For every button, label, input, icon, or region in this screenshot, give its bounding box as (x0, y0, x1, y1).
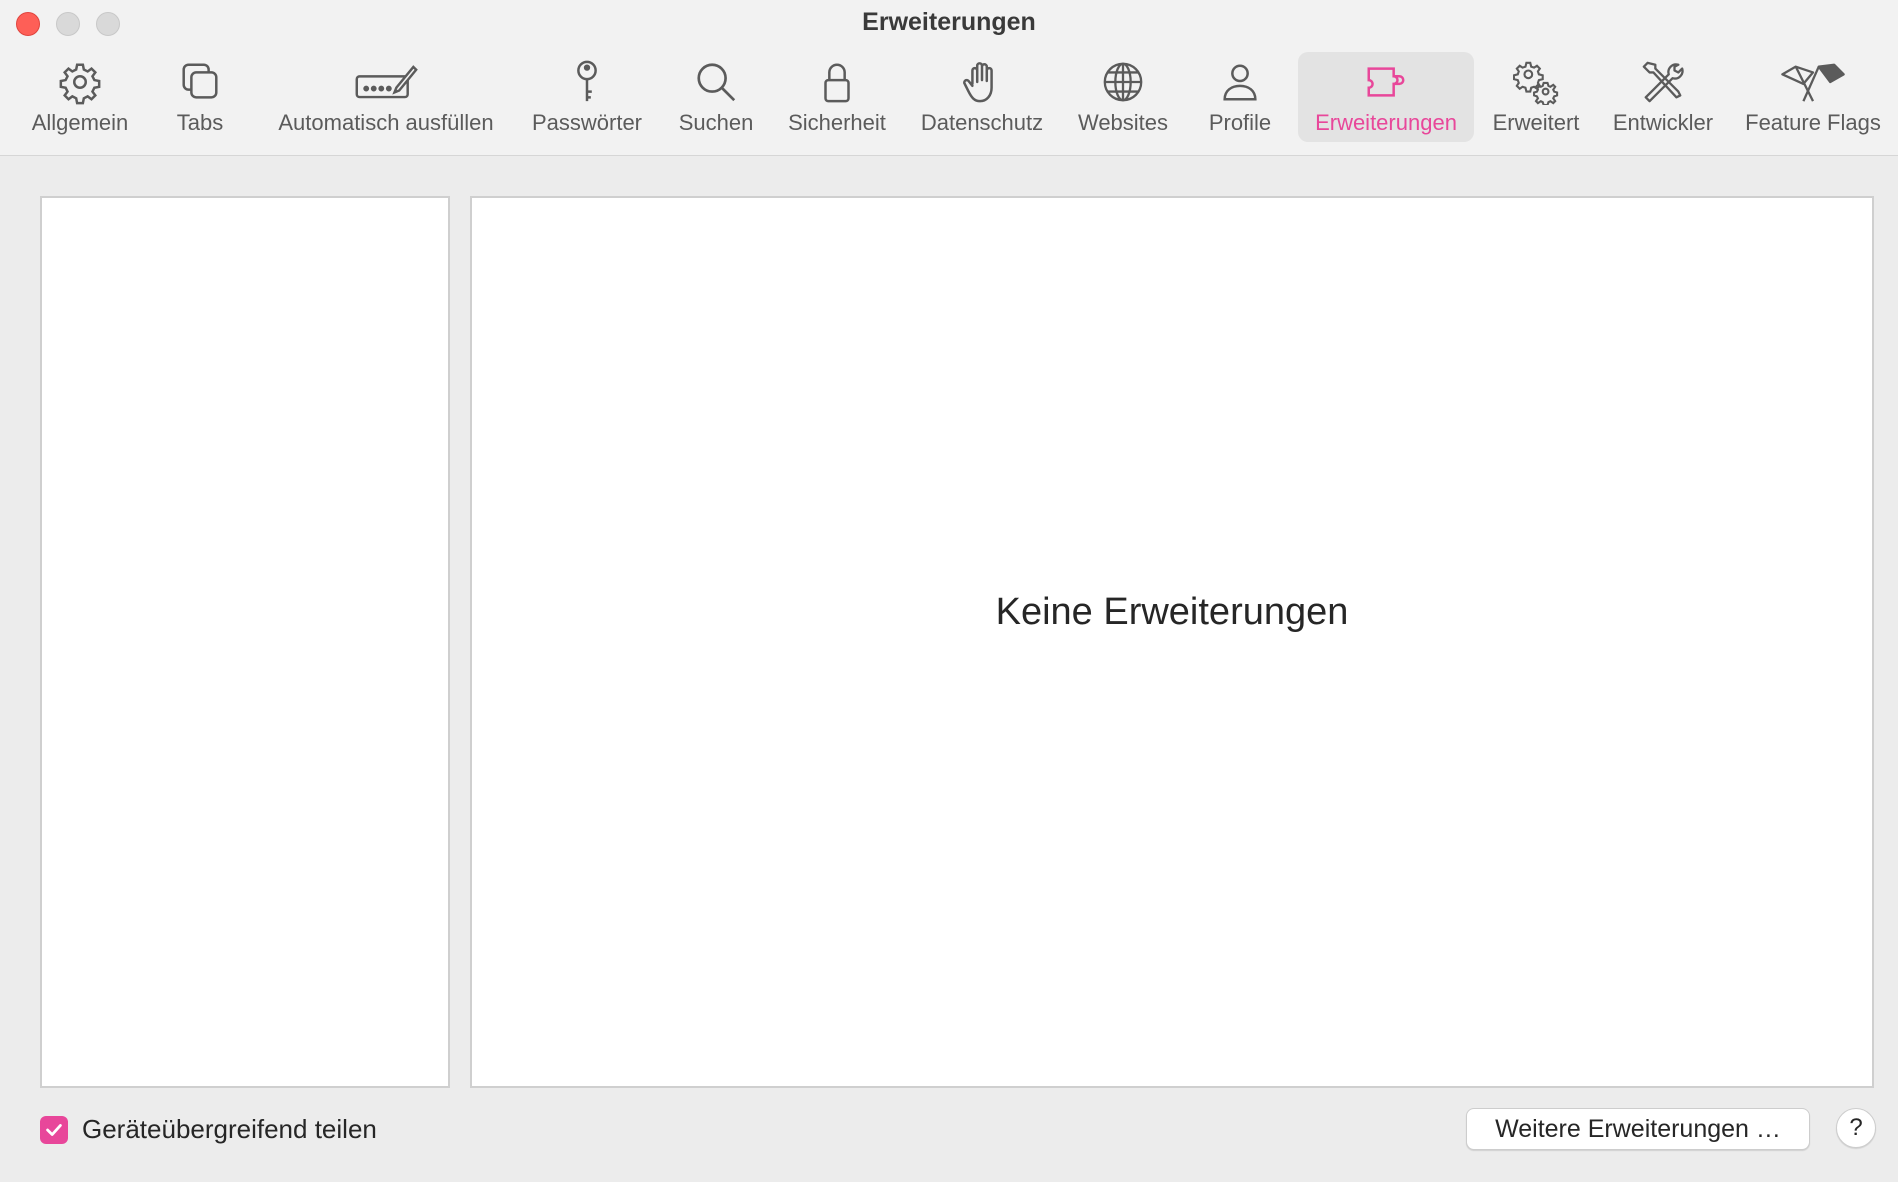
tab-profiles-label: Profile (1208, 110, 1272, 135)
tab-security-label: Sicherheit (788, 110, 886, 135)
autofill-icon (351, 58, 421, 106)
preferences-toolbar: Allgemein Tabs Automatisch ausfüllen Pas… (0, 52, 1898, 146)
tab-profiles[interactable]: Profile (1192, 52, 1288, 142)
tab-websites[interactable]: Websites (1066, 52, 1180, 142)
tab-extensions[interactable]: Erweiterungen (1298, 52, 1474, 142)
checkmark-icon (46, 1123, 62, 1136)
extensions-list[interactable] (40, 196, 450, 1088)
tab-privacy-label: Datenschutz (920, 110, 1044, 135)
tab-extensions-label: Erweiterungen (1315, 110, 1457, 135)
search-icon (692, 58, 740, 106)
tab-autofill[interactable]: Automatisch ausfüllen (262, 52, 510, 142)
gears-icon (1512, 58, 1560, 106)
tab-passwords-label: Passwörter (531, 110, 643, 135)
title-bar: Erweiterungen Allgemein Tabs Automatisch… (0, 0, 1898, 156)
footer-bar: Geräteübergreifend teilen Weitere Erweit… (0, 1100, 1898, 1182)
tab-developer-label: Entwickler (1612, 110, 1714, 135)
more-extensions-button[interactable]: Weitere Erweiterungen … (1466, 1108, 1810, 1150)
extension-detail-pane: Keine Erweiterungen (470, 196, 1874, 1088)
settings-window: Erweiterungen Allgemein Tabs Automatisch… (0, 0, 1898, 1182)
share-across-devices-toggle[interactable]: Geräteübergreifend teilen (40, 1114, 377, 1145)
tab-websites-label: Websites (1077, 110, 1169, 135)
puzzle-icon (1362, 58, 1410, 106)
person-icon (1216, 58, 1264, 106)
tabs-icon (176, 58, 224, 106)
tools-icon (1639, 58, 1687, 106)
empty-state-label: Keine Erweiterungen (995, 590, 1349, 633)
flags-icon (1775, 58, 1851, 106)
tab-tabs[interactable]: Tabs (150, 52, 250, 142)
tab-search-label: Suchen (678, 110, 754, 135)
tab-search[interactable]: Suchen (666, 52, 766, 142)
tab-feature-flags-label: Feature Flags (1745, 110, 1881, 135)
tab-security[interactable]: Sicherheit (778, 52, 896, 142)
gear-icon (56, 58, 104, 106)
tab-developer[interactable]: Entwickler (1600, 52, 1726, 142)
tab-general[interactable]: Allgemein (20, 52, 140, 142)
share-across-devices-checkbox[interactable] (40, 1115, 68, 1144)
globe-icon (1099, 58, 1147, 106)
lock-icon (813, 58, 861, 106)
tab-passwords[interactable]: Passwörter (522, 52, 652, 142)
tab-general-label: Allgemein (31, 110, 129, 135)
hand-icon (958, 58, 1006, 106)
tab-privacy[interactable]: Datenschutz (910, 52, 1054, 142)
tab-autofill-label: Automatisch ausfüllen (278, 110, 494, 135)
tab-feature-flags[interactable]: Feature Flags (1738, 52, 1888, 142)
tab-tabs-label: Tabs (176, 110, 224, 135)
help-button[interactable]: ? (1836, 1108, 1876, 1148)
tab-advanced-label: Erweitert (1492, 110, 1580, 135)
share-across-devices-label: Geräteübergreifend teilen (82, 1114, 377, 1144)
window-title: Erweiterungen (862, 8, 1036, 36)
tab-advanced[interactable]: Erweitert (1484, 52, 1588, 142)
key-icon (563, 58, 611, 106)
